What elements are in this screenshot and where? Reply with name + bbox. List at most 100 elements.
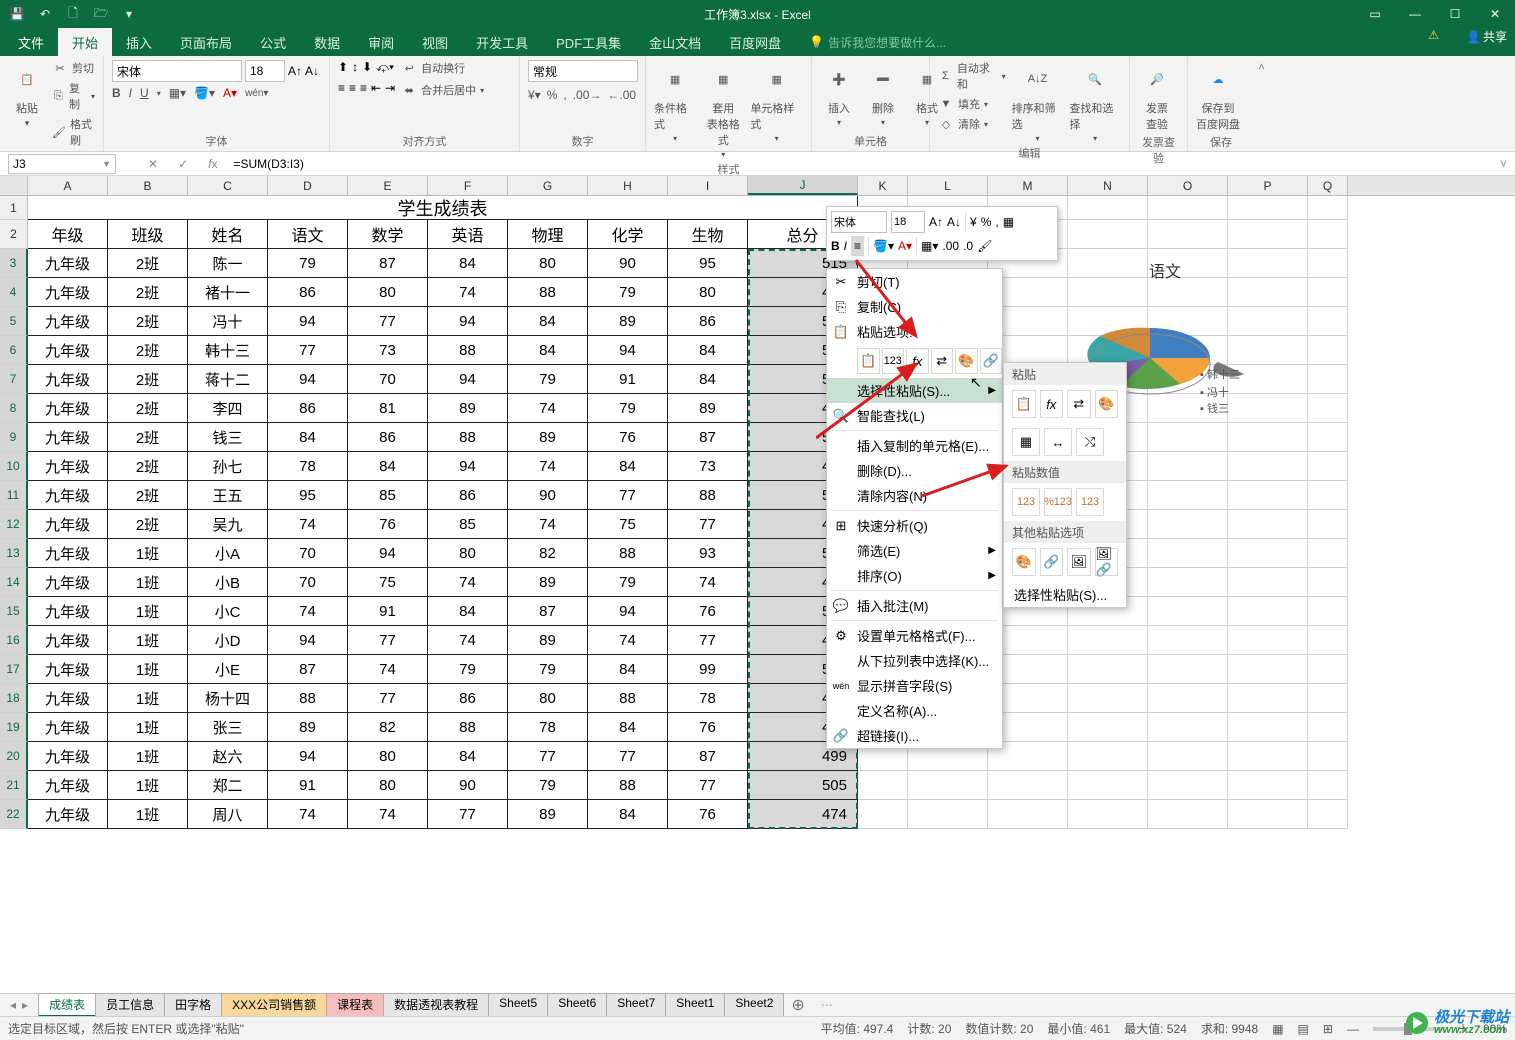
pinyin-button[interactable]: wén▾ [245,88,268,99]
cell[interactable]: 小A [188,539,268,568]
cell[interactable]: 74 [428,278,508,307]
align-top-icon[interactable]: ⬆ [338,60,348,75]
cell[interactable]: 87 [268,655,348,684]
cell[interactable]: 九年级 [28,626,108,655]
mini-border-icon[interactable]: ▦▾ [921,236,938,256]
cell[interactable]: 九年级 [28,481,108,510]
cell[interactable] [988,771,1068,800]
bold-button[interactable]: B [112,86,121,100]
row-header[interactable]: 10 [0,452,28,481]
row-header[interactable]: 1 [0,196,28,220]
new-sheet-button[interactable]: ⊕ [783,995,812,1015]
merge-center-button[interactable]: ⬌合并后居中▾ [401,82,484,98]
row-header[interactable]: 7 [0,365,28,394]
cell[interactable]: 1班 [108,713,188,742]
cell[interactable] [1228,626,1308,655]
cell[interactable]: 蒋十二 [188,365,268,394]
cell[interactable]: 82 [508,539,588,568]
fx-icon[interactable]: fx [198,157,227,171]
cell[interactable]: 76 [668,713,748,742]
cell[interactable]: 70 [268,539,348,568]
mini-currency-icon[interactable]: ¥ [970,212,977,232]
cell[interactable]: 89 [668,394,748,423]
row-header[interactable]: 20 [0,742,28,771]
cell[interactable]: 2班 [108,365,188,394]
cell[interactable]: 化学 [588,220,668,249]
cell[interactable]: 74 [428,568,508,597]
col-header-E[interactable]: E [348,176,428,195]
ctx-define-name[interactable]: 定义名称(A)... [827,698,1002,723]
underline-button[interactable]: U [140,86,149,100]
tab-file[interactable]: 文件 [4,28,58,56]
delete-cells-button[interactable]: ➖删除▾ [864,60,902,127]
cell[interactable] [1068,742,1148,771]
cell[interactable]: 84 [588,713,668,742]
expand-formula-icon[interactable]: ˅ [1492,157,1515,171]
col-header-L[interactable]: L [908,176,988,195]
cell[interactable]: 79 [588,394,668,423]
ribbon-display-icon[interactable]: ▭ [1355,0,1395,28]
cell[interactable]: 84 [508,336,588,365]
cell[interactable]: 1班 [108,568,188,597]
cell[interactable]: 74 [268,800,348,829]
sheet-tab[interactable]: Sheet1 [665,993,725,1017]
cell[interactable] [1228,423,1308,452]
row-header[interactable]: 3 [0,249,28,278]
cell[interactable]: 77 [588,481,668,510]
cell[interactable]: 87 [348,249,428,278]
cell[interactable]: 88 [268,684,348,713]
cell[interactable]: 86 [348,423,428,452]
cell[interactable] [1148,626,1228,655]
cell[interactable]: 九年级 [28,539,108,568]
cell[interactable] [1148,771,1228,800]
row-header[interactable]: 22 [0,800,28,829]
sub-paste-keep-icon[interactable]: 🎨 [1095,390,1119,418]
cell[interactable]: 郑二 [188,771,268,800]
fill-color-button[interactable]: 🪣▾ [194,86,215,100]
cell[interactable]: 84 [428,742,508,771]
cell[interactable] [1068,713,1148,742]
col-header-H[interactable]: H [588,176,668,195]
cell[interactable]: 87 [668,423,748,452]
tab-pdf[interactable]: PDF工具集 [542,28,635,56]
cell[interactable]: 74 [268,510,348,539]
ctx-hyperlink[interactable]: 🔗超链接(I)... [827,723,1002,748]
sheet-tab[interactable]: XXX公司销售额 [221,993,327,1017]
cell[interactable]: 90 [588,249,668,278]
cell[interactable] [1228,481,1308,510]
cell[interactable] [1308,278,1348,307]
table-title[interactable]: 学生成绩表 [28,196,858,220]
cell[interactable]: 2班 [108,278,188,307]
cell[interactable]: 九年级 [28,452,108,481]
row-header[interactable]: 18 [0,684,28,713]
cell[interactable] [1148,713,1228,742]
cell[interactable]: 赵六 [188,742,268,771]
col-header-C[interactable]: C [188,176,268,195]
find-select-button[interactable]: 🔍查找和选择▾ [1069,60,1121,143]
cell[interactable]: 91 [268,771,348,800]
cell[interactable]: 79 [268,249,348,278]
fill-button[interactable]: ▼填充▾ [938,96,1006,112]
tab-view[interactable]: 视图 [408,28,462,56]
cell[interactable]: 1班 [108,655,188,684]
cell[interactable]: 94 [268,626,348,655]
cell[interactable] [1148,655,1228,684]
col-header-P[interactable]: P [1228,176,1308,195]
view-layout-icon[interactable]: ▤ [1298,1022,1309,1036]
cell[interactable]: 班级 [108,220,188,249]
font-size-combo[interactable] [245,60,285,82]
ctx-comment[interactable]: 💬插入批注(M) [827,593,1002,618]
cell[interactable]: 77 [348,626,428,655]
sheet-tab[interactable]: Sheet6 [547,993,607,1017]
select-all-corner[interactable] [0,176,28,195]
cell[interactable]: 2班 [108,336,188,365]
baidu-save-button[interactable]: ☁保存到 百度网盘 [1196,60,1240,132]
mini-inc-font-icon[interactable]: A↑ [929,212,943,232]
cell[interactable]: 84 [588,800,668,829]
cell[interactable]: 小D [188,626,268,655]
align-right-icon[interactable]: ≡ [360,81,367,95]
cell[interactable]: 九年级 [28,771,108,800]
sheet-tab[interactable]: 成绩表 [38,993,96,1017]
cell[interactable]: 77 [268,336,348,365]
format-painter-button[interactable]: 🖌格式刷 [52,116,95,148]
